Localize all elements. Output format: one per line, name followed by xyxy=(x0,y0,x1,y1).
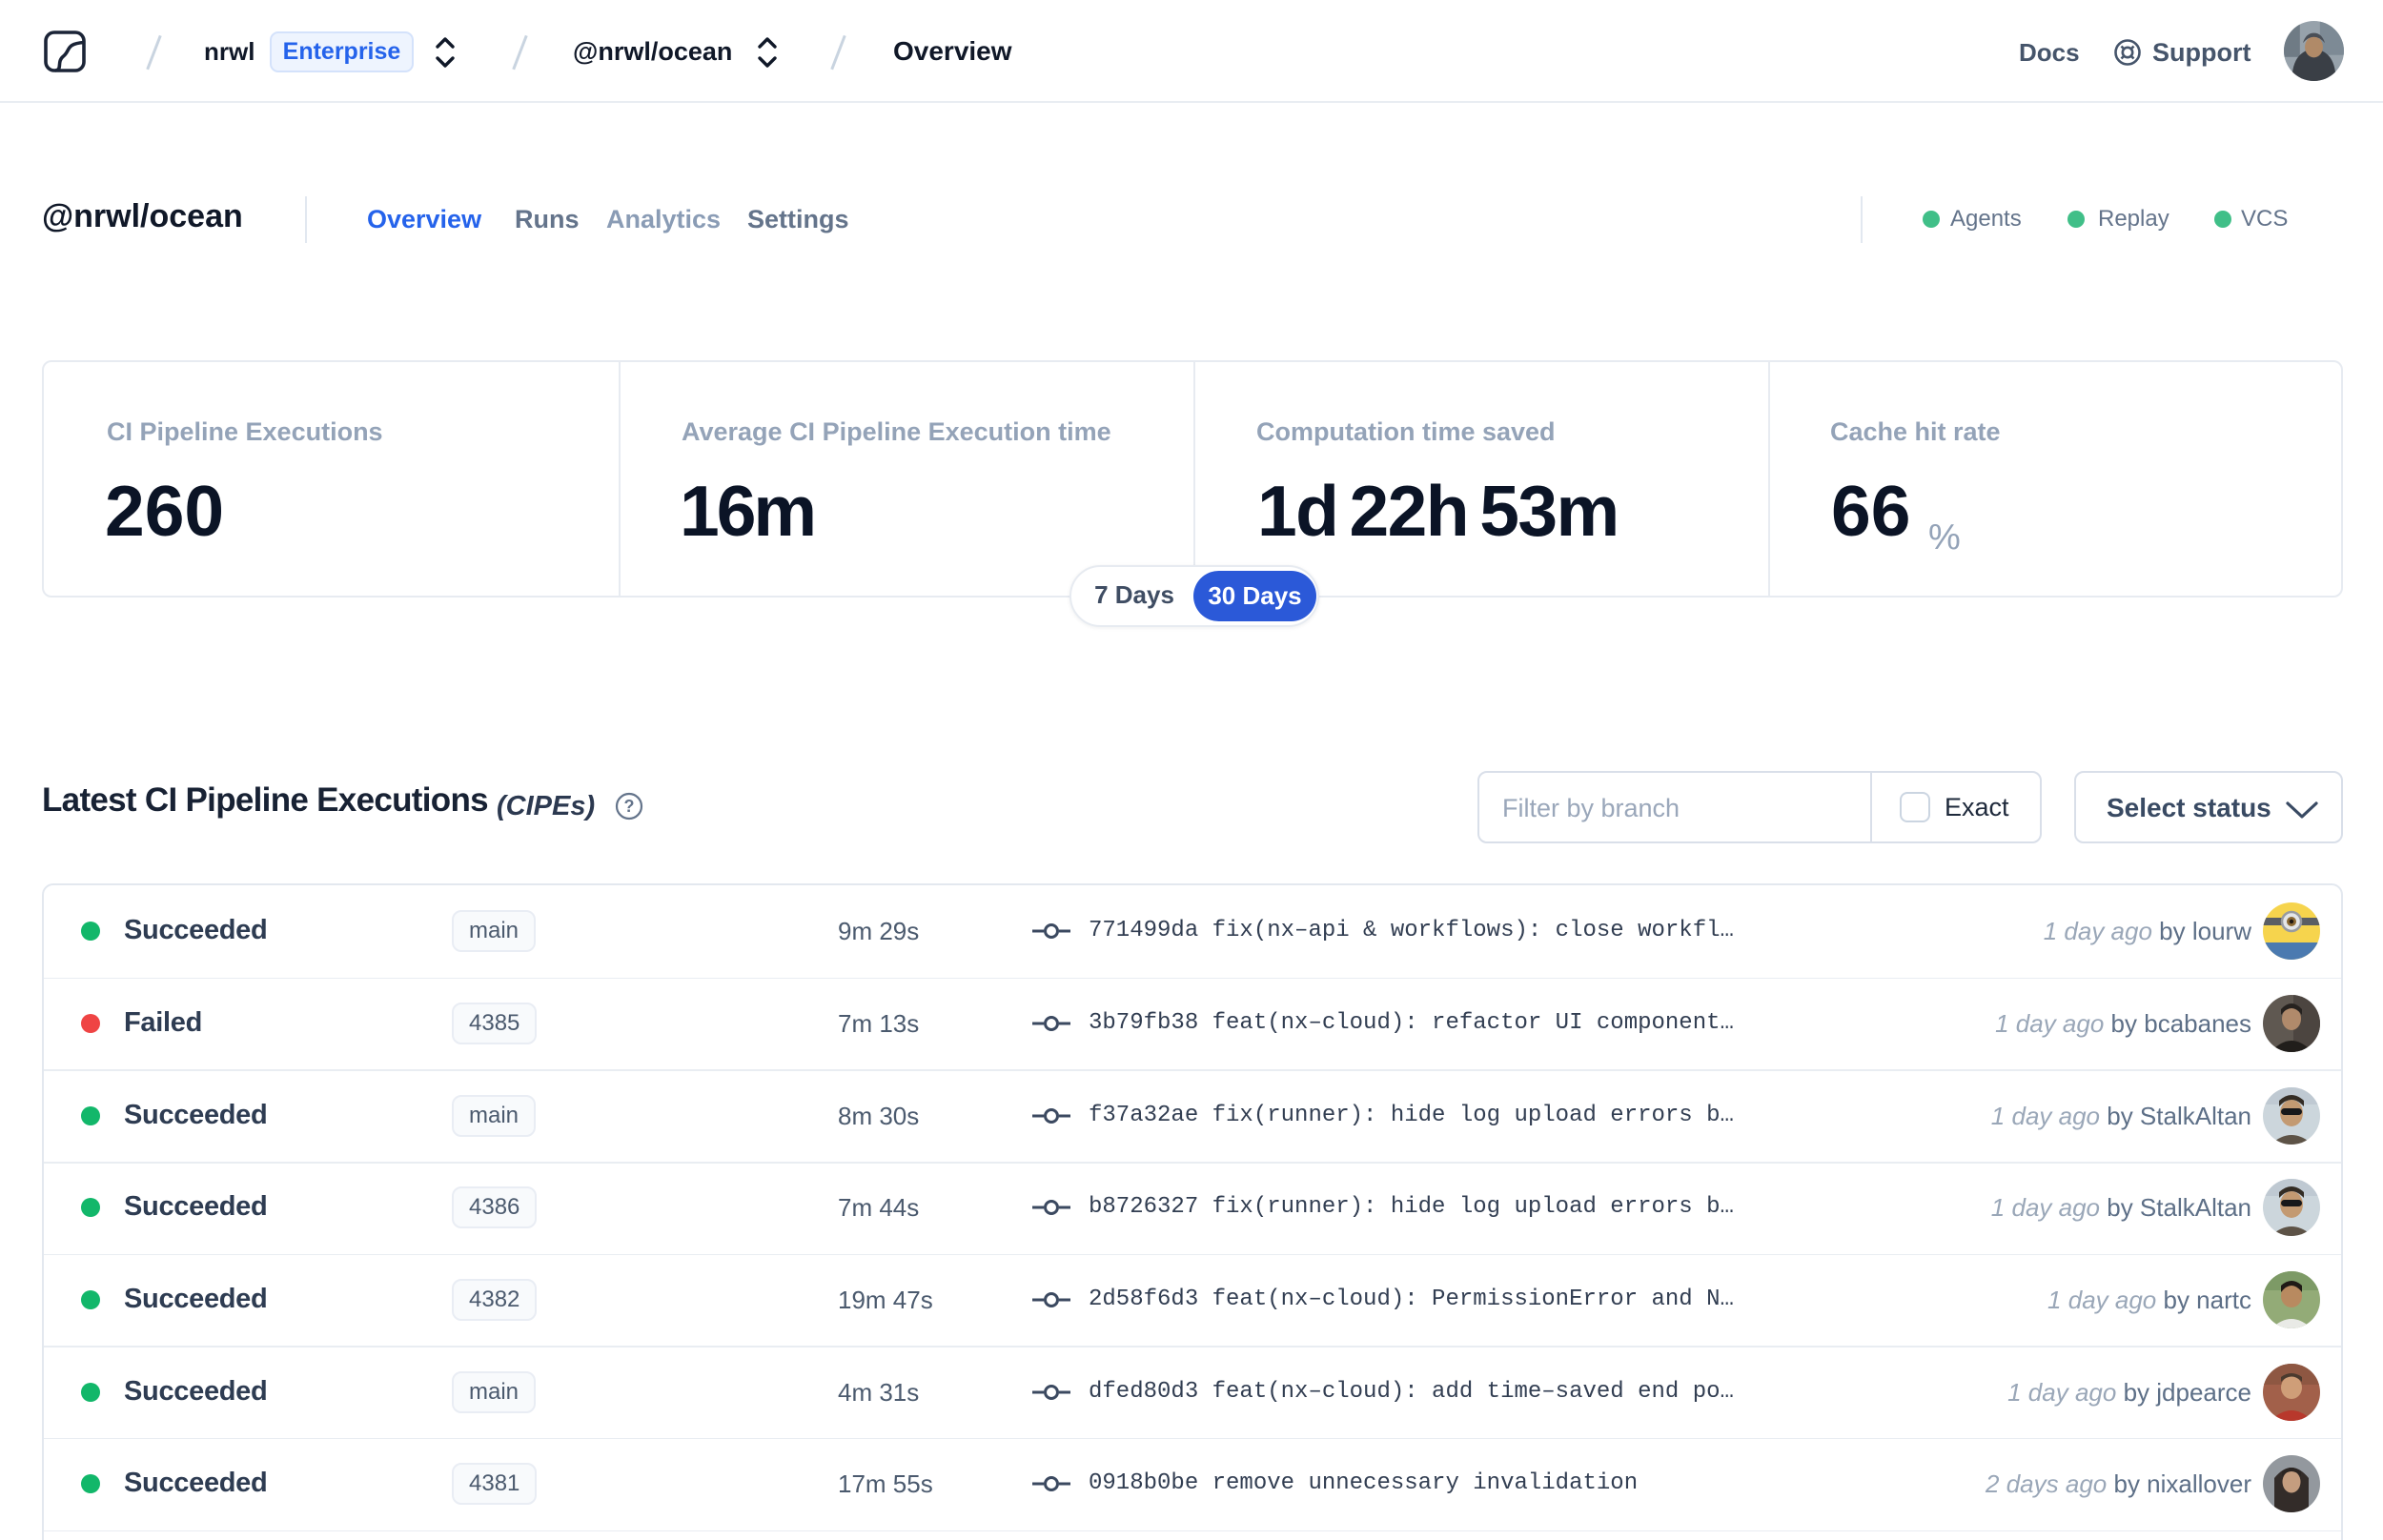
svg-text:?: ? xyxy=(624,797,635,816)
